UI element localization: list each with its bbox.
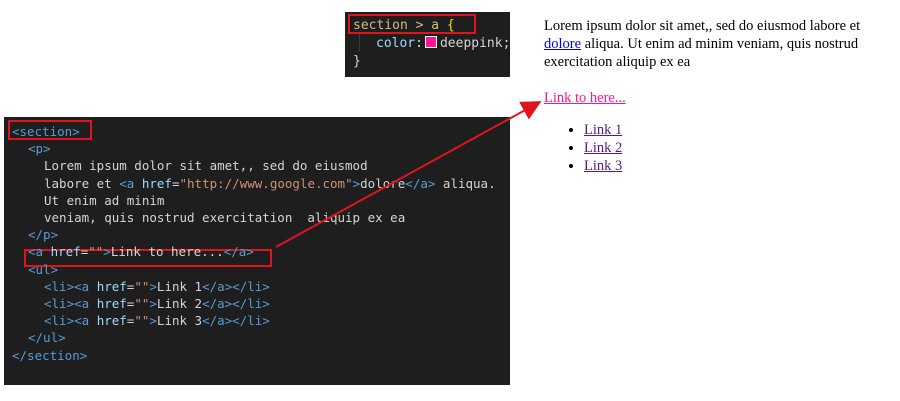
anchor-close-tag: </a> (223, 244, 254, 260)
anchor-open-start: <a (28, 244, 44, 260)
css-value: deeppink (439, 36, 503, 51)
href-value: "http://www.google.com" (179, 175, 353, 191)
css-property: color (376, 36, 416, 51)
code-line-text-4: veniam, quis nostrud exercitation aliqui… (12, 209, 510, 226)
code-text-3: Ut enim ad minim (44, 192, 165, 208)
a-close-tag: </a> (405, 175, 436, 191)
code-line-section-open: <section> (12, 123, 510, 140)
equals-sign: = (171, 175, 180, 191)
preview-link-to-here[interactable]: Link to here... (544, 89, 894, 107)
preview-paragraph-after: aliqua. Ut enim ad minim veniam, quis no… (544, 36, 859, 70)
li-href-attr-2: href (96, 296, 127, 312)
li-open-2: <li><a (44, 296, 90, 312)
li-open-3: <li><a (44, 313, 90, 329)
preview-link-list: Link 1 Link 2 Link 3 (544, 121, 894, 175)
p-open-tag: <p> (28, 141, 51, 157)
anchor-href-value: "" (88, 244, 104, 260)
rendered-preview: Lorem ipsum dolor sit amet,, sed do eius… (544, 17, 894, 175)
code-text-2: labore et (44, 175, 112, 191)
color-swatch-icon (424, 36, 437, 48)
css-selector: section > a (353, 18, 440, 33)
code-line-p-open: <p> (12, 140, 510, 157)
li-code-text-3: Link 3 (156, 313, 203, 329)
section-open-tag: <section> (12, 124, 80, 139)
code-line-p-close: </p> (12, 226, 510, 243)
css-semicolon: ; (502, 36, 511, 51)
css-colon: : (415, 36, 423, 51)
href-url: http://www.google.com (187, 175, 346, 191)
li-a-end-2: > (149, 296, 157, 312)
preview-paragraph-before: Lorem ipsum dolor sit amet,, sed do eius… (544, 18, 861, 34)
li-code-text-1: Link 1 (156, 278, 203, 294)
list-item: Link 3 (584, 157, 894, 175)
code-line-li-2: <li><a href="">Link 2</a></li> (12, 295, 510, 312)
list-item: Link 1 (584, 121, 894, 139)
href-attr: href (141, 175, 172, 191)
ul-close-tag: </ul> (28, 330, 66, 346)
code-line-li-1: <li><a href="">Link 1</a></li> (12, 278, 510, 295)
css-selector-line: section > a { (353, 16, 510, 34)
css-snippet-panel: section > a { color: deeppink; } (345, 12, 510, 77)
code-text-4: veniam, quis nostrud exercitation aliqui… (44, 210, 406, 226)
code-link-text: dolore (360, 175, 406, 191)
code-line-ul-close: </ul> (12, 329, 510, 346)
li-open-1: <li><a (44, 278, 90, 294)
code-line-text-3: Ut enim ad minim (12, 192, 510, 209)
code-line-section-close: </section> (12, 347, 510, 364)
ul-open-tag: <ul> (28, 261, 59, 277)
preview-link-2[interactable]: Link 2 (584, 140, 622, 156)
preview-link-1[interactable]: Link 1 (584, 122, 622, 138)
anchor-code-text: Link to here... (110, 244, 224, 260)
code-line-text-1: Lorem ipsum dolor sit amet,, sed do eius… (12, 157, 510, 174)
anchor-href-attr: href (50, 244, 81, 260)
li-close-1: </a></li> (202, 278, 270, 294)
li-a-end-1: > (149, 278, 157, 294)
css-brace-open: { (446, 18, 455, 33)
li-close-2: </a></li> (202, 296, 270, 312)
a-open-tag-start: <a (119, 175, 135, 191)
li-href-attr-3: href (96, 313, 127, 329)
preview-link-3[interactable]: Link 3 (584, 158, 622, 174)
css-brace-close: } (353, 54, 361, 69)
code-link-after: aliqua. (435, 175, 496, 191)
css-close-line: } (353, 52, 510, 70)
section-close-tag: </section> (12, 347, 88, 363)
preview-dolore-link[interactable]: dolore (544, 36, 581, 52)
li-close-3: </a></li> (202, 313, 270, 329)
code-line-ul-open: <ul> (12, 261, 510, 278)
li-code-text-2: Link 2 (156, 296, 203, 312)
p-close-tag: </p> (28, 227, 59, 243)
code-line-text-2: labore et <a href="http://www.google.com… (12, 175, 510, 192)
li-href-value-2: "" (134, 296, 150, 312)
list-item: Link 2 (584, 139, 894, 157)
li-href-attr-1: href (96, 278, 127, 294)
a-open-tag-end: > (352, 175, 361, 191)
code-line-anchor: <a href="">Link to here...</a> (12, 243, 510, 260)
anchor-open-end: > (103, 244, 111, 260)
code-text-1: Lorem ipsum dolor sit amet,, sed do eius… (44, 158, 368, 174)
li-href-value-3: "" (134, 313, 150, 329)
preview-paragraph: Lorem ipsum dolor sit amet,, sed do eius… (544, 17, 894, 71)
li-href-value-1: "" (134, 278, 150, 294)
li-a-end-3: > (149, 313, 157, 329)
html-code-panel: <section> <p> Lorem ipsum dolor sit amet… (4, 117, 510, 385)
code-line-li-3: <li><a href="">Link 3</a></li> (12, 312, 510, 329)
css-declaration-line: color: deeppink; (359, 34, 510, 52)
